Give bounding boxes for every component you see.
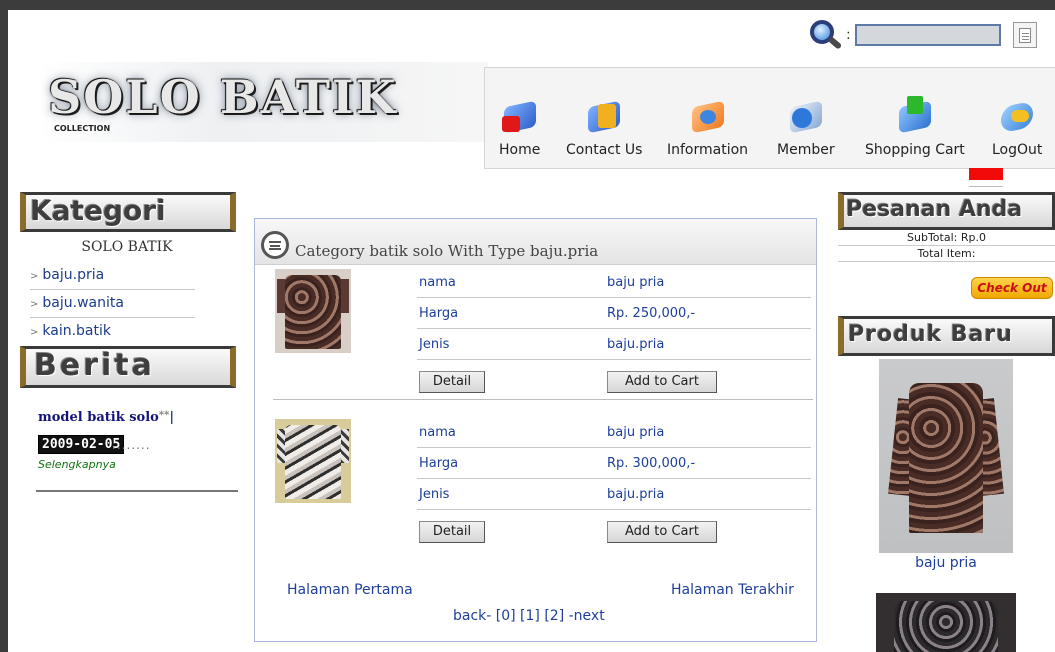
jenis-label: Jenis bbox=[419, 487, 450, 502]
product-card: nama baju pria Harga Rp. 300,000,- Jenis ba… bbox=[273, 417, 813, 543]
contact-icon bbox=[584, 96, 624, 136]
harga-value: Rp. 300,000,- bbox=[607, 456, 696, 471]
page-frame: : SOLO BATIK COLLECTION Home Contact Us bbox=[0, 0, 1055, 652]
nama-label: nama bbox=[419, 425, 456, 440]
harga-label: Harga bbox=[419, 456, 459, 471]
product-divider bbox=[273, 399, 813, 400]
detail-button[interactable]: Detail bbox=[419, 521, 485, 543]
product-type-row: Jenis baju.pria bbox=[417, 329, 811, 360]
nav-home[interactable]: Home bbox=[499, 96, 540, 158]
checkout-button[interactable]: Check Out bbox=[971, 277, 1053, 299]
nav-contact-label: Contact Us bbox=[566, 142, 643, 158]
nama-value: baju pria bbox=[607, 425, 665, 440]
information-icon bbox=[688, 96, 728, 136]
home-icon bbox=[500, 96, 540, 136]
order-subtotal: SubTotal: Rp.0 bbox=[838, 230, 1055, 246]
berita-header: Berita bbox=[20, 346, 236, 388]
nav-member-label: Member bbox=[777, 142, 835, 158]
new-product-image-2[interactable] bbox=[876, 593, 1016, 652]
category-item-baju-pria[interactable]: > baju.pria bbox=[30, 262, 195, 290]
search-colon: : bbox=[846, 27, 851, 43]
nav-contact-us[interactable]: Contact Us bbox=[566, 96, 642, 158]
page: : SOLO BATIK COLLECTION Home Contact Us bbox=[8, 10, 1055, 652]
kategori-subtitle: SOLO BATIK bbox=[81, 239, 173, 255]
site-logo[interactable]: SOLO BATIK COLLECTION bbox=[38, 62, 488, 142]
category-item-baju-wanita[interactable]: > baju.wanita bbox=[30, 290, 195, 318]
product-image[interactable] bbox=[275, 419, 351, 503]
logo-title: SOLO BATIK bbox=[48, 70, 398, 124]
kategori-header: Kategori bbox=[20, 192, 236, 232]
nav-home-label: Home bbox=[499, 142, 541, 158]
jenis-value: baju.pria bbox=[607, 337, 665, 352]
nav-logout-label: LogOut bbox=[992, 142, 1043, 158]
new-product-name-link[interactable]: baju pria bbox=[879, 555, 1013, 571]
logo-subtitle: COLLECTION bbox=[54, 124, 111, 133]
news-stars: ** bbox=[158, 410, 170, 421]
product-price-row: Harga Rp. 300,000,- bbox=[417, 448, 811, 479]
news-divider bbox=[36, 490, 238, 492]
news-read-more-link[interactable]: Selengkapnya bbox=[38, 458, 116, 471]
search-submit-button[interactable] bbox=[1012, 22, 1037, 48]
product-name-row: nama baju pria bbox=[417, 267, 811, 298]
order-total-items: Total Item: bbox=[838, 246, 1055, 262]
pager-first-link[interactable]: Halaman Pertama bbox=[287, 582, 413, 598]
product-price-row: Harga Rp. 250,000,- bbox=[417, 298, 811, 329]
bullet-icon: > bbox=[30, 327, 39, 338]
category-list: > baju.pria > baju.wanita > kain.batik bbox=[30, 262, 195, 346]
nav-indicator-rule bbox=[969, 186, 1003, 187]
bullet-icon: > bbox=[30, 299, 39, 310]
add-to-cart-button[interactable]: Add to Cart bbox=[607, 371, 717, 393]
shopping-cart-icon bbox=[895, 96, 935, 136]
harga-value: Rp. 250,000,- bbox=[607, 306, 696, 321]
nav-member[interactable]: Member bbox=[777, 96, 835, 158]
nama-value: baju pria bbox=[607, 275, 665, 290]
pager-last-link[interactable]: Halaman Terakhir bbox=[671, 582, 794, 598]
pager-page-links[interactable]: back- [0] [1] [2] -next bbox=[453, 608, 605, 624]
nav-logout[interactable]: LogOut bbox=[992, 96, 1042, 158]
jenis-label: Jenis bbox=[419, 337, 450, 352]
search-icon bbox=[808, 20, 844, 50]
category-label: baju.pria bbox=[42, 267, 105, 283]
listing-title: Category batik solo With Type baju.pria bbox=[295, 242, 599, 260]
nav-shopping-cart-label: Shopping Cart bbox=[865, 142, 965, 158]
product-image[interactable] bbox=[275, 269, 351, 353]
jenis-value: baju.pria bbox=[607, 487, 665, 502]
search-input[interactable] bbox=[854, 24, 1001, 46]
news-ellipsis: ........ bbox=[112, 438, 151, 452]
category-label: kain.batik bbox=[42, 323, 111, 339]
add-to-cart-button[interactable]: Add to Cart bbox=[607, 521, 717, 543]
product-listing: Category batik solo With Type baju.pria … bbox=[254, 218, 817, 642]
logout-icon bbox=[997, 96, 1037, 136]
search-area: : bbox=[808, 20, 1037, 50]
cart-list-icon bbox=[261, 231, 289, 259]
bullet-icon: > bbox=[30, 271, 39, 282]
listing-header: Category batik solo With Type baju.pria bbox=[255, 219, 816, 265]
produk-baru-header: Produk Baru bbox=[838, 316, 1055, 356]
product-type-row: Jenis baju.pria bbox=[417, 479, 811, 510]
nav-information-label: Information bbox=[667, 142, 749, 158]
product-name-row: nama baju pria bbox=[417, 417, 811, 448]
new-product-image[interactable] bbox=[879, 359, 1013, 553]
news-title: model batik solo bbox=[38, 410, 159, 425]
detail-button[interactable]: Detail bbox=[419, 371, 485, 393]
order-summary: SubTotal: Rp.0 Total Item: bbox=[838, 230, 1055, 262]
active-nav-indicator bbox=[969, 168, 1003, 180]
news-title-link[interactable]: model batik solo**| bbox=[38, 410, 174, 425]
main-nav: Home Contact Us Information Member Shopp… bbox=[484, 67, 1055, 169]
product-card: nama baju pria Harga Rp. 250,000,- Jenis ba… bbox=[273, 267, 813, 400]
member-icon bbox=[786, 96, 826, 136]
category-label: baju.wanita bbox=[42, 295, 124, 311]
nama-label: nama bbox=[419, 275, 456, 290]
text-cursor: | bbox=[169, 410, 175, 425]
harga-label: Harga bbox=[419, 306, 459, 321]
pesanan-header: Pesanan Anda bbox=[838, 192, 1055, 230]
category-item-kain-batik[interactable]: > kain.batik bbox=[30, 318, 195, 346]
nav-shopping-cart[interactable]: Shopping Cart bbox=[865, 96, 965, 158]
nav-information[interactable]: Information bbox=[667, 96, 748, 158]
document-search-icon bbox=[1018, 27, 1031, 43]
